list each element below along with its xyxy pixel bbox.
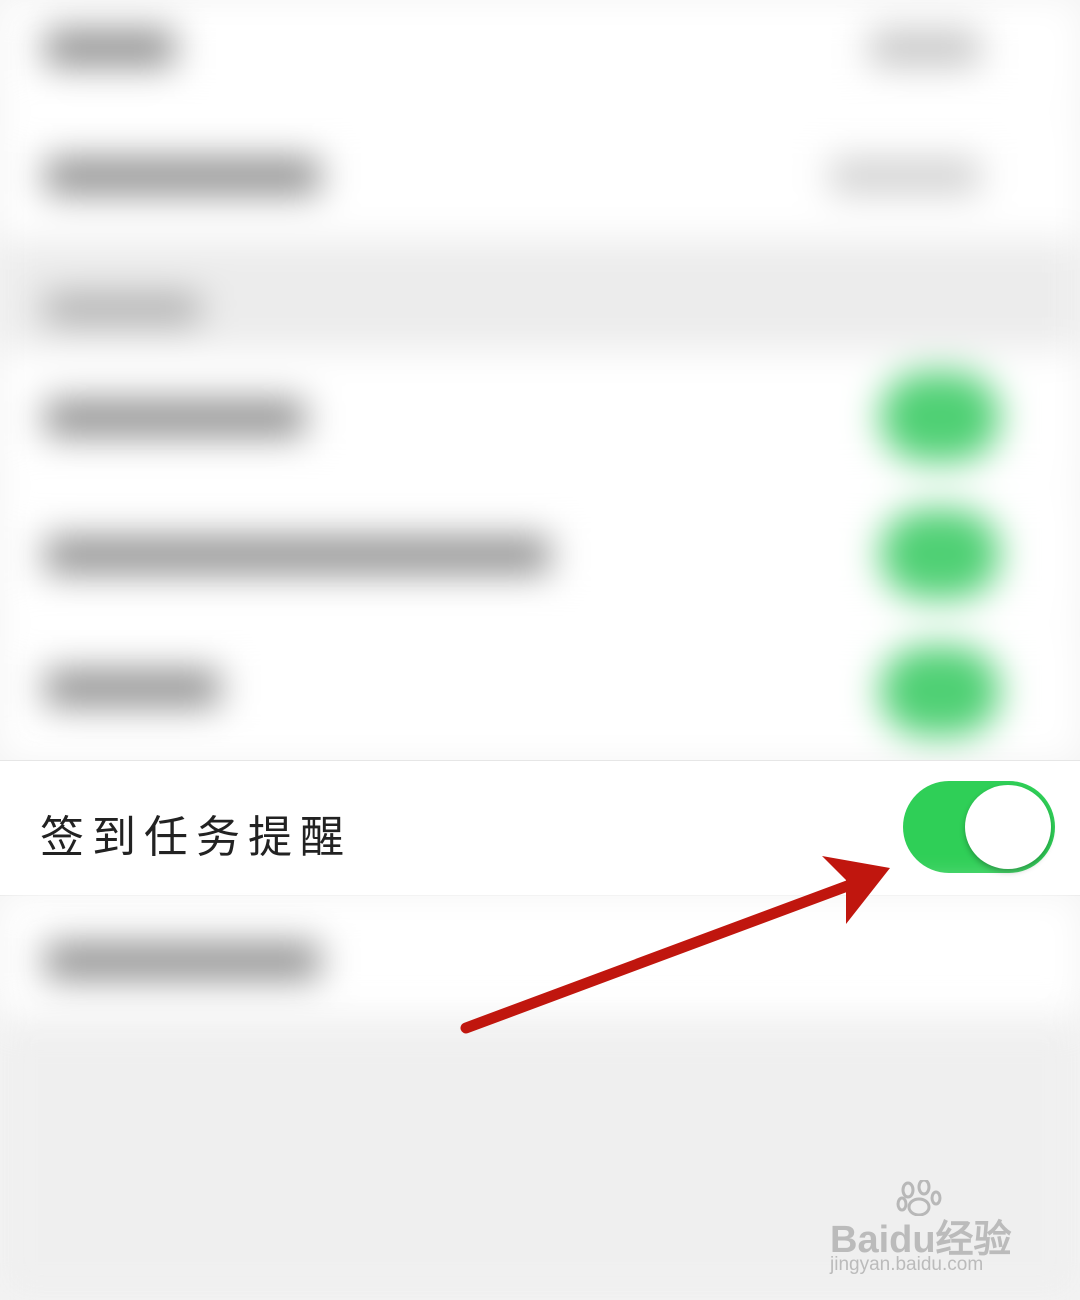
arrow-shaft: [460, 876, 864, 1034]
baidu-jingyan-watermark: Baidu经验 jingyan.baidu.com: [826, 1180, 1036, 1280]
settings-screen: 签到任务提醒 Baidu经验 jingyan.baidu.com: [0, 0, 1080, 1300]
watermark-url: jingyan.baidu.com: [830, 1254, 984, 1275]
annotation-arrow: [460, 856, 890, 1034]
